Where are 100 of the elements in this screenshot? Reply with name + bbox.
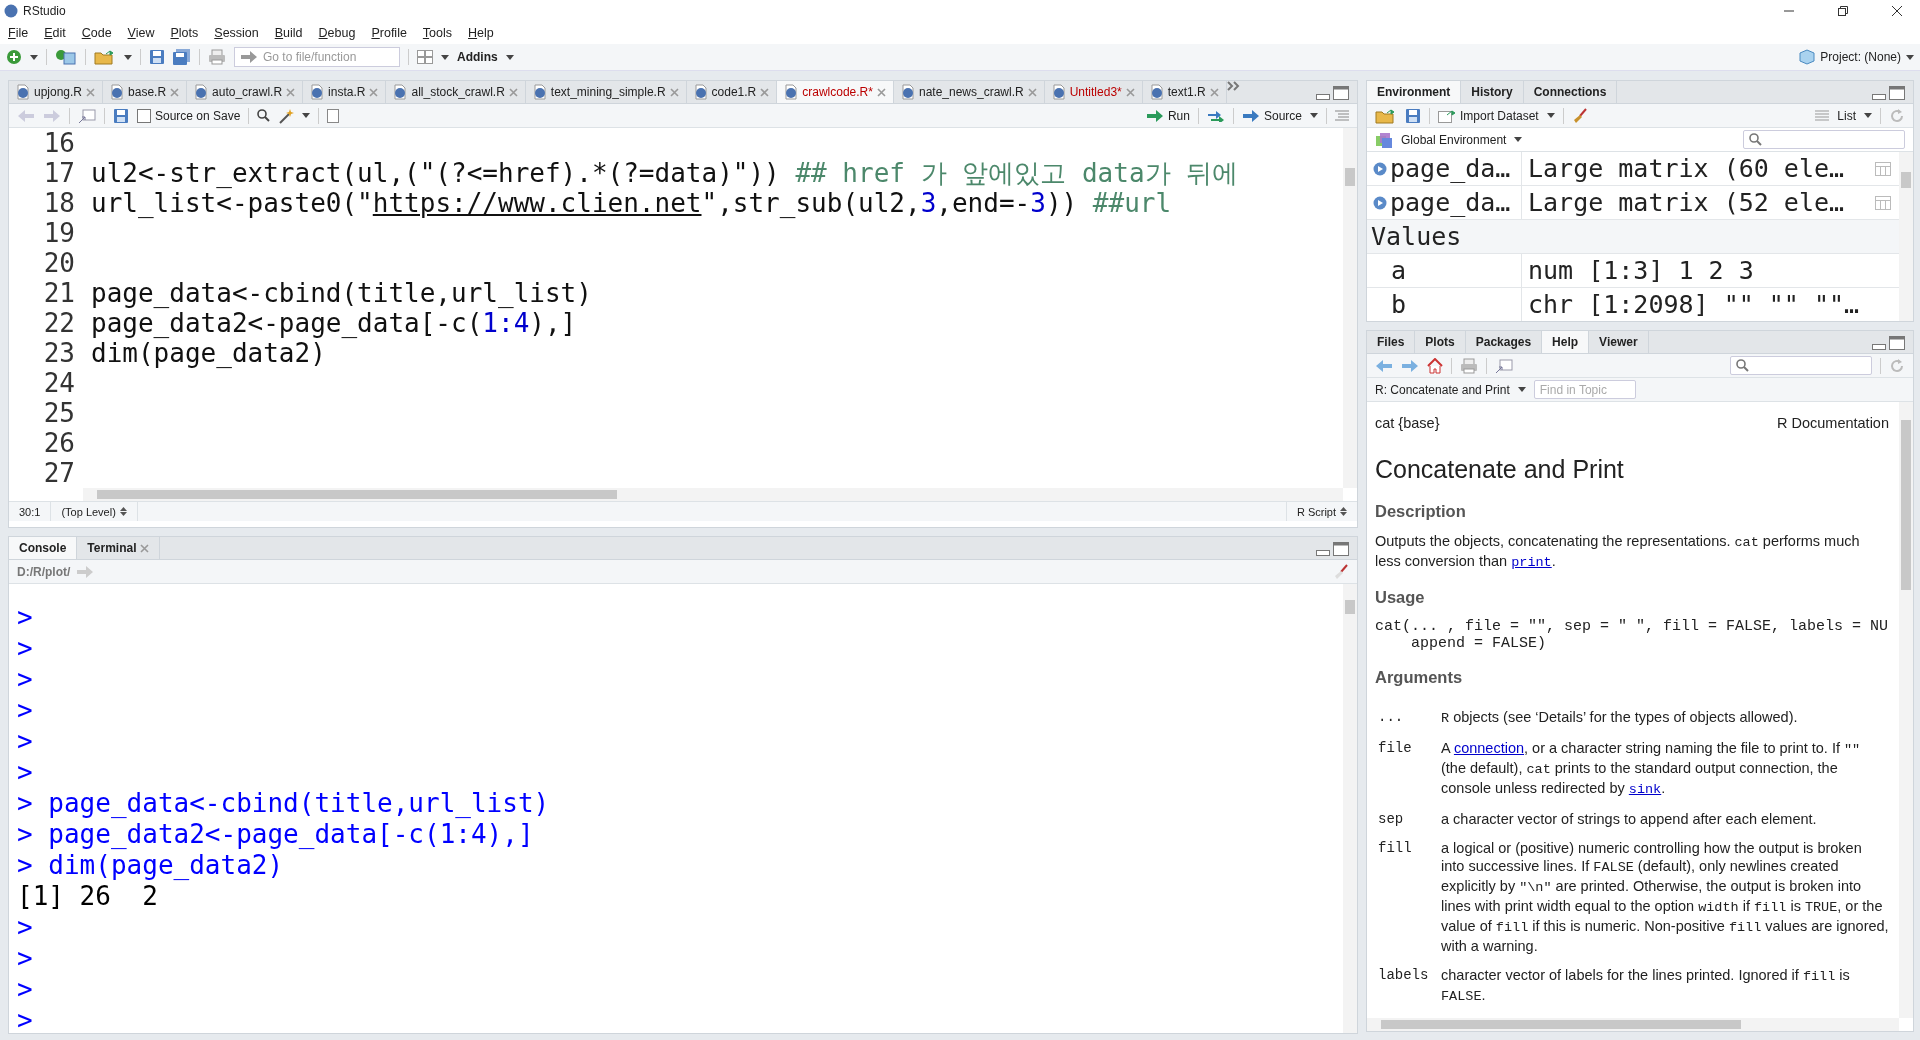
code-line: page_data<-cbind(title,url_list) [91, 278, 592, 308]
menu-item[interactable]: File [8, 26, 29, 40]
horizontal-scrollbar[interactable] [83, 488, 1343, 501]
help-link[interactable]: connection [1453, 740, 1525, 756]
menu-item[interactable]: Debug [318, 26, 356, 40]
pane-tab[interactable]: Environment [1367, 81, 1462, 103]
checkbox[interactable] [137, 108, 151, 123]
arrow-icon[interactable] [240, 50, 258, 64]
magic-wand-icon[interactable] [278, 107, 295, 124]
file-type-selector[interactable]: R Script [1285, 502, 1357, 521]
updown-caret-icon[interactable] [119, 507, 127, 516]
expand-icon[interactable] [1373, 161, 1387, 176]
help-topic-selector[interactable]: R: Concatenate and Print [1375, 382, 1510, 397]
caret-icon[interactable] [441, 54, 449, 60]
show-in-window-icon[interactable] [1495, 357, 1513, 374]
caret-icon[interactable] [30, 54, 38, 60]
more-tabs-icon[interactable] [1226, 81, 1241, 91]
menu-item[interactable]: View [127, 26, 155, 40]
minimize-pane-icon[interactable] [1316, 92, 1330, 100]
broom-icon[interactable] [1571, 107, 1588, 124]
view-table-icon[interactable] [1875, 161, 1891, 176]
horizontal-scrollbar[interactable] [1367, 1018, 1899, 1031]
code-line: dim(page_data2) [91, 338, 326, 368]
argument-name: fill [1377, 839, 1413, 858]
addins-button[interactable]: Addins [457, 50, 498, 64]
notebook-icon[interactable] [327, 108, 340, 123]
maximize-pane-icon[interactable] [1889, 86, 1905, 100]
view-table-icon[interactable] [1875, 195, 1891, 210]
maximize-pane-icon[interactable] [1333, 86, 1349, 100]
vertical-scrollbar[interactable] [1899, 152, 1913, 321]
menu-item[interactable]: Session [214, 26, 259, 40]
caret-icon[interactable] [1546, 113, 1555, 118]
search-field[interactable] [1730, 356, 1872, 375]
caret-icon[interactable] [1864, 113, 1872, 118]
source-arrow-icon[interactable] [1241, 108, 1260, 123]
save-icon[interactable] [149, 49, 165, 65]
project-menu[interactable]: Project: (None) [1820, 50, 1901, 64]
expand-icon[interactable] [1373, 195, 1387, 210]
caret-icon[interactable] [1906, 54, 1914, 60]
minimize-pane-icon[interactable] [1872, 342, 1886, 350]
view-mode-menu[interactable]: List [1837, 108, 1856, 123]
home-icon[interactable] [1427, 357, 1443, 374]
console-tab[interactable]: Console [9, 537, 78, 559]
maximize-pane-icon[interactable] [1889, 336, 1905, 350]
line-number: 19 [42, 218, 76, 248]
open-folder-icon[interactable] [94, 49, 116, 65]
save-icon[interactable] [1405, 107, 1421, 124]
caret-icon[interactable] [1310, 113, 1318, 118]
scope-selector[interactable]: (Top Level) [51, 502, 138, 521]
updown-caret-icon[interactable] [1340, 507, 1347, 516]
restore-icon[interactable] [1838, 6, 1848, 16]
menu-item[interactable]: Code [81, 26, 112, 40]
rerun-icon[interactable] [1206, 109, 1225, 122]
caret-icon[interactable] [1514, 137, 1523, 142]
help-link[interactable]: print [1511, 555, 1552, 570]
pane-tab[interactable]: Help [1542, 331, 1590, 353]
back-icon[interactable] [1375, 358, 1393, 373]
maximize-pane-icon[interactable] [1333, 542, 1349, 556]
new-project-icon[interactable] [55, 49, 77, 65]
search-icon[interactable] [1736, 359, 1749, 372]
source-button[interactable]: Source [1241, 108, 1302, 123]
console-line: > [17, 1005, 34, 1033]
menu-item[interactable]: Plots [170, 26, 199, 40]
show-in-window-icon[interactable] [78, 107, 96, 124]
new-file-icon[interactable] [6, 49, 22, 65]
print-icon[interactable] [208, 49, 226, 65]
menu-item[interactable]: Tools [422, 26, 453, 40]
environment-selector[interactable]: Global Environment [1401, 132, 1507, 147]
caret-icon[interactable] [124, 54, 132, 60]
forward-icon[interactable] [1401, 358, 1419, 373]
vertical-scrollbar[interactable] [1899, 402, 1913, 1018]
search-field[interactable] [1743, 130, 1905, 149]
caret-icon[interactable] [505, 54, 514, 60]
menu-item[interactable]: Profile [371, 26, 407, 40]
import-dataset-button[interactable]: Import Dataset [1438, 108, 1539, 123]
r-file-icon [393, 84, 408, 100]
open-folder-icon[interactable] [1375, 107, 1397, 124]
save-all-icon[interactable] [173, 49, 191, 65]
grid-layout-icon[interactable] [417, 50, 433, 64]
broom-icon[interactable] [1333, 563, 1349, 580]
run-button[interactable]: Run [1145, 108, 1190, 123]
search-icon[interactable] [1749, 133, 1762, 146]
vertical-scrollbar[interactable] [1343, 128, 1357, 488]
minimize-pane-icon[interactable] [1316, 548, 1330, 556]
print-icon[interactable] [1460, 357, 1478, 374]
help-link[interactable]: sink [1628, 782, 1662, 797]
close-icon[interactable] [1892, 6, 1902, 16]
menu-item[interactable]: Build [274, 26, 303, 40]
vertical-scrollbar[interactable] [1343, 584, 1357, 1033]
minimize-pane-icon[interactable] [1872, 92, 1886, 100]
menu-item[interactable]: Edit [44, 26, 66, 40]
run-arrow-icon[interactable] [1145, 108, 1164, 123]
search-icon[interactable] [257, 109, 271, 122]
file-tab[interactable]: crawlcode.R* [777, 81, 894, 103]
save-icon[interactable] [113, 107, 129, 124]
menu-item[interactable]: Help [468, 26, 494, 40]
caret-icon[interactable] [302, 113, 311, 118]
r-file-icon [1051, 84, 1066, 100]
caret-icon[interactable] [1517, 387, 1526, 392]
console-line: > [17, 912, 34, 943]
